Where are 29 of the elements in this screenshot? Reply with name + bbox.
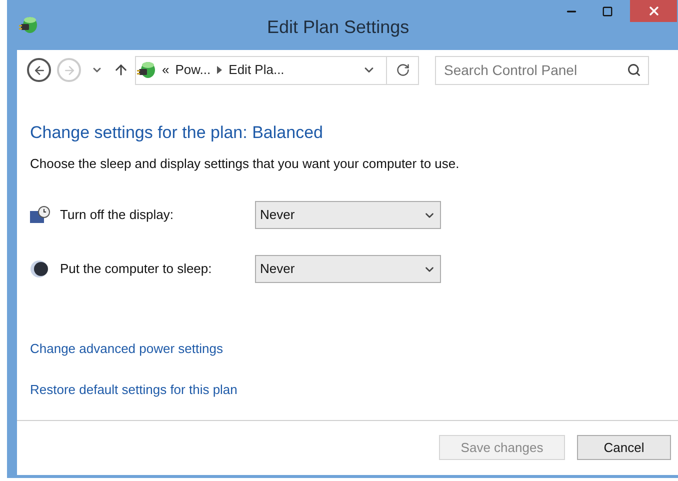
plug-icon	[137, 60, 157, 80]
dialog-button[interactable]: Cancel	[577, 435, 671, 460]
setting-label: Turn off the display:	[60, 206, 174, 224]
plug-icon	[19, 15, 39, 35]
back-button[interactable]	[27, 58, 51, 82]
moon-icon	[30, 260, 48, 278]
link[interactable]: Restore default settings for this plan	[30, 380, 238, 399]
breadcrumb-item[interactable]: Edit Pla...	[228, 60, 284, 80]
breadcrumb-item[interactable]: Pow...	[175, 60, 211, 80]
maximize-icon	[602, 6, 612, 16]
search-field[interactable]: Search Control Panel	[435, 56, 649, 84]
search-icon[interactable]	[627, 62, 641, 76]
close-button[interactable]	[630, 0, 677, 22]
setting-label: Put the computer to sleep:	[60, 260, 213, 278]
link[interactable]: Change advanced power settings	[30, 339, 223, 358]
chevron-icon	[216, 66, 223, 74]
window-title: Edit Plan Settings	[267, 16, 410, 39]
address-bar[interactable]: « Pow... Edit Pla...	[135, 56, 419, 84]
breadcrumb-item[interactable]: «	[162, 60, 170, 80]
up-icon[interactable]	[113, 62, 129, 78]
page-heading: Change settings for the plan: Balanced	[30, 122, 324, 144]
close-icon	[646, 4, 660, 18]
clock-monitor-icon	[30, 206, 50, 224]
arrow-left-icon	[32, 64, 46, 76]
dropdown[interactable]: Never	[255, 201, 441, 229]
dropdown[interactable]: Never	[255, 255, 441, 283]
arrow-right-icon	[62, 64, 76, 76]
description: Choose the sleep and display settings that you want your computer to use.	[30, 154, 460, 173]
refresh-icon[interactable]	[396, 63, 410, 77]
